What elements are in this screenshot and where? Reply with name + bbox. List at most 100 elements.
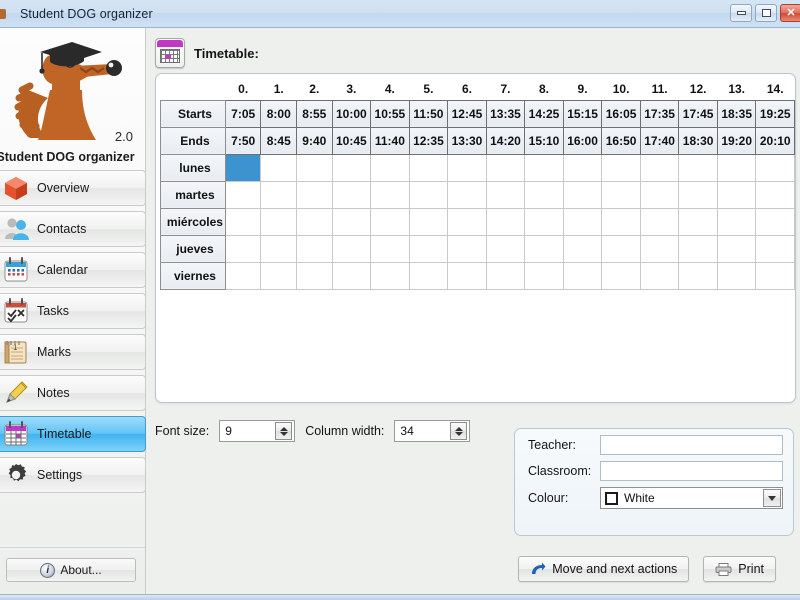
start-time-cell[interactable]: 7:05 (224, 99, 262, 128)
slot-cell[interactable] (755, 261, 795, 290)
print-button[interactable]: Print (703, 556, 776, 582)
slot-cell[interactable] (485, 207, 526, 236)
slot-cell[interactable] (408, 207, 449, 236)
slot-cell[interactable] (260, 153, 298, 182)
slot-cell[interactable] (447, 234, 487, 263)
slot-cell[interactable] (755, 207, 795, 236)
start-time-cell[interactable]: 15:15 (562, 99, 603, 128)
slot-cell[interactable] (524, 153, 564, 182)
slot-cell[interactable] (260, 207, 298, 236)
slot-cell[interactable] (485, 234, 526, 263)
start-time-cell[interactable]: 17:45 (678, 99, 718, 128)
slot-cell[interactable] (755, 180, 795, 209)
end-time-cell[interactable]: 11:40 (370, 126, 410, 155)
font-size-stepper[interactable]: 9 (219, 420, 296, 442)
slot-cell[interactable] (260, 234, 298, 263)
slot-cell[interactable] (370, 180, 410, 209)
slot-cell[interactable] (678, 234, 718, 263)
close-button[interactable]: ✕ (780, 4, 800, 22)
slot-cell[interactable] (296, 234, 333, 263)
slot-cell[interactable] (260, 261, 298, 290)
slot-cell[interactable] (224, 153, 262, 182)
slot-cell[interactable] (562, 153, 603, 182)
slot-cell[interactable] (408, 234, 449, 263)
slot-cell[interactable] (447, 180, 487, 209)
slot-cell[interactable] (601, 261, 641, 290)
slot-cell[interactable] (639, 261, 680, 290)
slot-cell[interactable] (601, 153, 641, 182)
end-time-cell[interactable]: 14:20 (485, 126, 526, 155)
slot-cell[interactable] (370, 234, 410, 263)
slot-cell[interactable] (408, 180, 449, 209)
slot-cell[interactable] (408, 261, 449, 290)
slot-cell[interactable] (716, 207, 757, 236)
slot-cell[interactable] (485, 180, 526, 209)
slot-cell[interactable] (678, 180, 718, 209)
start-time-cell[interactable]: 13:35 (485, 99, 526, 128)
classroom-field[interactable] (600, 461, 783, 481)
slot-cell[interactable] (447, 153, 487, 182)
slot-cell[interactable] (447, 261, 487, 290)
end-time-cell[interactable]: 9:40 (296, 126, 333, 155)
slot-cell[interactable] (601, 180, 641, 209)
slot-cell[interactable] (678, 207, 718, 236)
start-time-cell[interactable]: 11:50 (408, 99, 449, 128)
about-button[interactable]: i About... (6, 558, 136, 582)
slot-cell[interactable] (716, 153, 757, 182)
start-time-cell[interactable]: 14:25 (524, 99, 564, 128)
teacher-field[interactable] (600, 435, 783, 455)
slot-cell[interactable] (408, 153, 449, 182)
slot-cell[interactable] (601, 207, 641, 236)
slot-cell[interactable] (224, 207, 262, 236)
slot-cell[interactable] (716, 261, 757, 290)
start-time-cell[interactable]: 8:55 (296, 99, 333, 128)
slot-cell[interactable] (331, 153, 372, 182)
sidebar-item-marks[interactable]: 1 Marks (0, 334, 146, 370)
end-time-cell[interactable]: 20:10 (755, 126, 795, 155)
maximize-button[interactable] (755, 4, 777, 22)
minimize-button[interactable] (730, 4, 752, 22)
slot-cell[interactable] (370, 153, 410, 182)
sidebar-item-timetable[interactable]: Timetable (0, 416, 146, 452)
start-time-cell[interactable]: 16:05 (601, 99, 641, 128)
slot-cell[interactable] (331, 180, 372, 209)
slot-cell[interactable] (224, 261, 262, 290)
slot-cell[interactable] (601, 234, 641, 263)
slot-cell[interactable] (447, 207, 487, 236)
end-time-cell[interactable]: 7:50 (224, 126, 262, 155)
start-time-cell[interactable]: 19:25 (755, 99, 795, 128)
end-time-cell[interactable]: 16:50 (601, 126, 641, 155)
end-time-cell[interactable]: 8:45 (260, 126, 298, 155)
slot-cell[interactable] (370, 261, 410, 290)
end-time-cell[interactable]: 16:00 (562, 126, 603, 155)
slot-cell[interactable] (296, 153, 333, 182)
slot-cell[interactable] (755, 153, 795, 182)
slot-cell[interactable] (296, 180, 333, 209)
slot-cell[interactable] (678, 153, 718, 182)
chevron-down-icon[interactable] (763, 489, 781, 507)
slot-cell[interactable] (562, 207, 603, 236)
slot-cell[interactable] (755, 234, 795, 263)
slot-cell[interactable] (524, 180, 564, 209)
slot-cell[interactable] (639, 153, 680, 182)
slot-cell[interactable] (524, 261, 564, 290)
end-time-cell[interactable]: 13:30 (447, 126, 487, 155)
start-time-cell[interactable]: 10:55 (370, 99, 410, 128)
end-time-cell[interactable]: 17:40 (639, 126, 680, 155)
end-time-cell[interactable]: 15:10 (524, 126, 564, 155)
start-time-cell[interactable]: 12:45 (447, 99, 487, 128)
slot-cell[interactable] (485, 261, 526, 290)
slot-cell[interactable] (331, 207, 372, 236)
start-time-cell[interactable]: 10:00 (331, 99, 372, 128)
slot-cell[interactable] (370, 207, 410, 236)
slot-cell[interactable] (639, 207, 680, 236)
slot-cell[interactable] (524, 234, 564, 263)
slot-cell[interactable] (331, 261, 372, 290)
colour-select[interactable]: White (600, 487, 783, 509)
slot-cell[interactable] (716, 234, 757, 263)
start-time-cell[interactable]: 17:35 (639, 99, 680, 128)
slot-cell[interactable] (296, 207, 333, 236)
slot-cell[interactable] (224, 180, 262, 209)
move-and-next-actions-button[interactable]: Move and next actions (518, 556, 690, 582)
sidebar-item-calendar[interactable]: Calendar (0, 252, 146, 288)
